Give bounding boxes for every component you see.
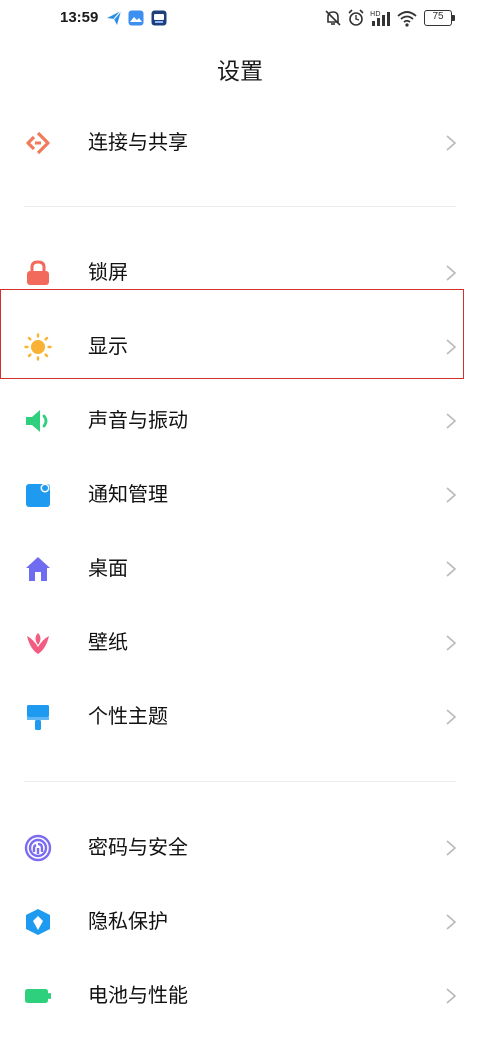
- chevron-right-icon: [446, 988, 457, 1004]
- mute-bell-icon: [325, 10, 341, 26]
- section-divider: [24, 781, 456, 782]
- hd-signal-icon: HD: [370, 10, 390, 26]
- battery-icon: [25, 989, 51, 1003]
- settings-item-label: 声音与振动: [88, 408, 188, 432]
- section-divider: [24, 206, 456, 207]
- battery-indicator: 75: [424, 10, 456, 26]
- status-time: 13:59: [60, 9, 99, 26]
- chevron-right-icon: [446, 635, 457, 651]
- paper-plane-icon: [107, 10, 122, 25]
- chevron-right-icon: [446, 914, 457, 930]
- settings-item-notifications[interactable]: 通知管理: [0, 457, 480, 531]
- settings-item-label: 通知管理: [88, 482, 168, 506]
- brush-icon: [27, 705, 49, 730]
- lock-icon: [27, 260, 49, 285]
- page-title: 设置: [217, 59, 263, 85]
- flower-icon: [27, 633, 49, 654]
- settings-item-sound-vibration[interactable]: 声音与振动: [0, 383, 480, 457]
- highlight-annotation-box: [0, 289, 464, 379]
- settings-item-label: 密码与安全: [88, 835, 188, 859]
- settings-item-label: 隐私保护: [88, 909, 168, 933]
- chevron-right-icon: [446, 265, 457, 281]
- share-icon: [26, 131, 50, 155]
- settings-item-label: 个性主题: [88, 704, 168, 728]
- status-bar: 13:59 HD 75: [0, 0, 480, 38]
- settings-item-label: 锁屏: [88, 260, 128, 284]
- chevron-right-icon: [446, 135, 457, 151]
- settings-item-connection-sharing[interactable]: 连接与共享: [0, 105, 480, 179]
- settings-item-home-screen[interactable]: 桌面: [0, 531, 480, 605]
- home-icon: [26, 557, 50, 581]
- settings-item-privacy[interactable]: 隐私保护: [0, 884, 480, 958]
- fingerprint-icon: [24, 834, 52, 862]
- settings-item-label: 电池与性能: [88, 983, 188, 1007]
- chevron-right-icon: [446, 561, 457, 577]
- speaker-icon: [26, 410, 48, 432]
- battery-level: 75: [432, 11, 444, 22]
- alarm-clock-icon: [348, 9, 364, 26]
- svg-text:HD: HD: [370, 10, 381, 18]
- chevron-right-icon: [446, 413, 457, 429]
- settings-item-label: 壁纸: [88, 630, 128, 654]
- gallery-app-icon: [128, 10, 144, 26]
- notification-icon: [26, 483, 50, 507]
- settings-item-label: 桌面: [88, 556, 128, 580]
- settings-item-wallpaper[interactable]: 壁纸: [0, 605, 480, 679]
- settings-item-themes[interactable]: 个性主题: [0, 679, 480, 753]
- privacy-shield-icon: [26, 909, 50, 935]
- chevron-right-icon: [446, 709, 457, 725]
- chevron-right-icon: [446, 840, 457, 856]
- wifi-icon: [397, 11, 417, 27]
- app-notification-icon: [151, 10, 167, 26]
- settings-item-battery-performance[interactable]: 电池与性能: [0, 958, 480, 1032]
- settings-item-label: 连接与共享: [88, 130, 188, 154]
- chevron-right-icon: [446, 487, 457, 503]
- settings-item-password-security[interactable]: 密码与安全: [0, 810, 480, 884]
